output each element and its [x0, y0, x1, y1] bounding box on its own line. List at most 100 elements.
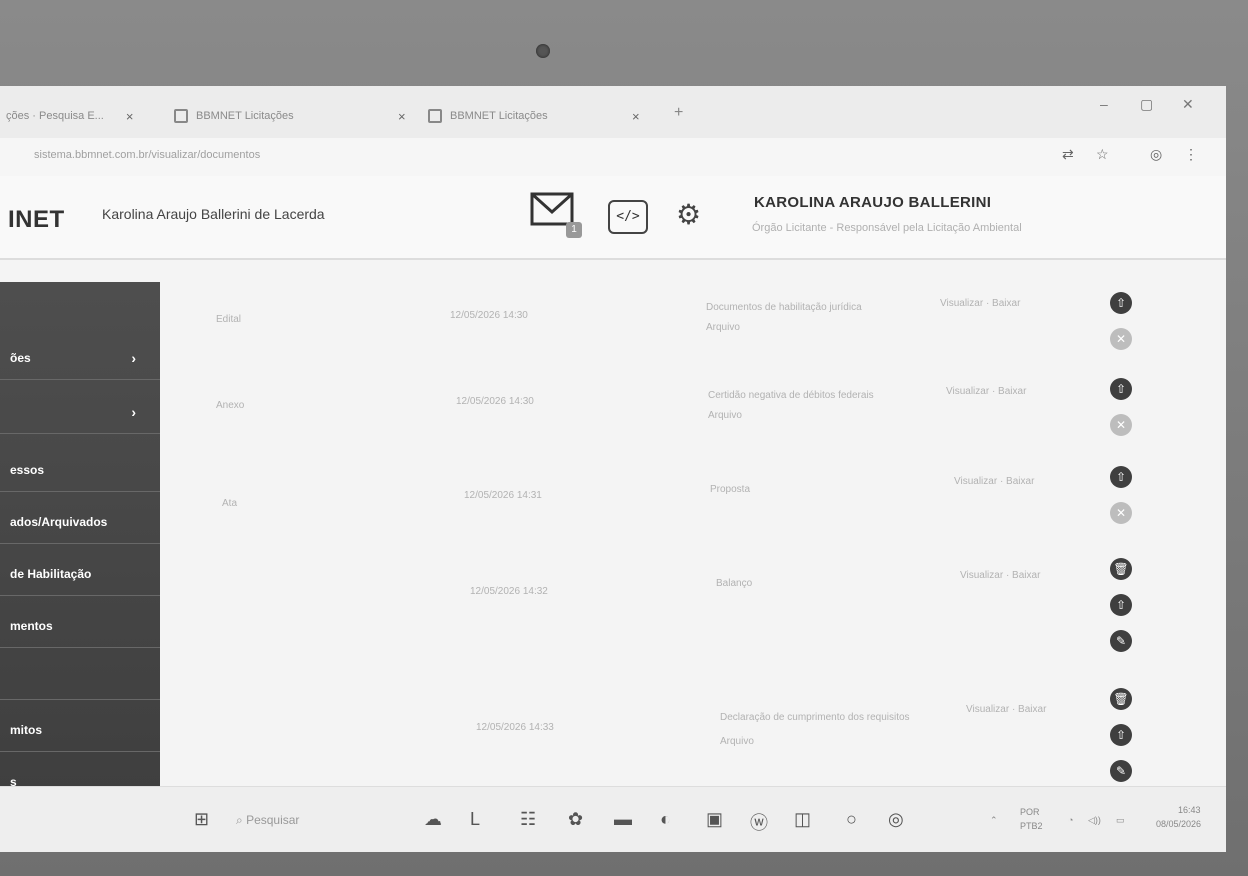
mail-count-badge: 1 [566, 222, 582, 238]
clock-time[interactable]: 16:43 [1178, 805, 1201, 815]
row-actions: ⇧ ✕ [1110, 466, 1134, 538]
volume-icon[interactable]: ◁)) [1088, 815, 1101, 826]
chevron-right-icon: › [131, 349, 136, 366]
tab-label: BBMNET Licitações [450, 110, 548, 122]
gear-icon[interactable]: ⚙ [676, 198, 701, 231]
teams-icon[interactable]: ☷ [520, 809, 536, 830]
app-l-icon[interactable]: L [470, 809, 480, 830]
settings-app-icon[interactable]: ✿ [568, 809, 583, 830]
browser-tabstrip: ções · Pesquisa E... × BBMNET Licitações… [0, 86, 1226, 138]
taskbar-search[interactable]: ⌕ Pesquisar [236, 813, 299, 828]
edge-icon[interactable]: ◐ [660, 809, 671, 830]
sidebar-item-2[interactable]: › [0, 390, 160, 434]
clock-date[interactable]: 08/05/2026 [1156, 819, 1201, 829]
close-tab-icon[interactable]: × [398, 109, 406, 124]
upload-button[interactable]: ⇧ [1110, 724, 1132, 746]
sidebar-item-label: ões [10, 350, 31, 365]
doc-description: Proposta [710, 484, 751, 495]
sidebar-item-arquivados[interactable]: ados/Arquivados [0, 500, 160, 544]
doc-description: Certidão negativa de débitos federais [708, 390, 874, 401]
doc-links[interactable]: Visualizar · Baixar [954, 476, 1034, 487]
sidebar-item-label: mentos [10, 618, 53, 633]
file-explorer-icon[interactable]: ▬ [614, 809, 632, 830]
minimize-icon[interactable]: – [1100, 96, 1108, 112]
upload-button[interactable]: ⇧ [1110, 594, 1132, 616]
maximize-icon[interactable]: ▢ [1140, 96, 1153, 113]
row-actions: ⇧ ✕ [1110, 378, 1134, 450]
table-row: Anexo 12/05/2026 14:30 Certidão negativa… [160, 366, 1220, 456]
browser-tab-2[interactable]: BBMNET Licitações × [174, 102, 406, 130]
sidebar-item-label: mitos [10, 722, 43, 737]
doc-file: Arquivo [706, 322, 740, 333]
chrome-icon[interactable]: ◎ [888, 809, 904, 830]
table-row: Edital 12/05/2026 14:30 Documentos de ha… [160, 280, 1220, 370]
windows-start-icon[interactable]: ⊞ [194, 809, 209, 830]
search-placeholder: Pesquisar [246, 813, 300, 827]
taskbar: ⊞ ⌕ Pesquisar ☁ L ☷ ✿ ▬ ◐ ▣ ⓦ ◫ ○ ◎ ⌃ PO… [0, 786, 1226, 852]
remove-button[interactable]: ✕ [1110, 414, 1132, 436]
doc-type: Edital [216, 314, 242, 325]
sidebar-item-1[interactable]: ões › [0, 336, 160, 380]
edit-button[interactable]: ✎ [1110, 760, 1132, 782]
language-indicator[interactable]: POR [1020, 807, 1040, 817]
table-row: 12/05/2026 14:33 Declaração de cumprimen… [160, 682, 1220, 782]
doc-links[interactable]: Visualizar · Baixar [940, 298, 1020, 309]
screen: ções · Pesquisa E... × BBMNET Licitações… [0, 86, 1226, 852]
doc-description: Documentos de habilitação jurídica [706, 302, 862, 313]
menu-icon[interactable]: ⋮ [1184, 146, 1198, 163]
new-tab-button[interactable]: + [674, 104, 683, 122]
app-logo[interactable]: INET [8, 206, 65, 234]
circle-app-icon[interactable]: ○ [846, 809, 857, 830]
word-icon[interactable]: ⓦ [750, 809, 768, 835]
sidebar-item-documentos[interactable]: mentos [0, 604, 160, 648]
network-icon[interactable]: ◔ [1068, 815, 1073, 825]
remove-button[interactable]: ✕ [1110, 502, 1132, 524]
tab-label: BBMNET Licitações [196, 110, 294, 122]
remove-button[interactable]: ✕ [1110, 328, 1132, 350]
sidebar-item-label: ados/Arquivados [10, 514, 108, 529]
doc-links[interactable]: Visualizar · Baixar [946, 386, 1026, 397]
doc-date: 12/05/2026 14:30 [450, 310, 528, 321]
translate-icon[interactable]: ⇄ [1062, 146, 1074, 163]
close-tab-icon[interactable]: × [632, 109, 640, 124]
doc-date: 12/05/2026 14:33 [476, 722, 554, 733]
battery-icon[interactable]: ▭ [1116, 815, 1125, 826]
upload-button[interactable]: ⇧ [1110, 292, 1132, 314]
outlook-icon[interactable]: ◫ [794, 809, 811, 830]
upload-button[interactable]: ⇧ [1110, 378, 1132, 400]
sidebar-item-processos[interactable]: essos [0, 448, 160, 492]
delete-button[interactable]: 🗑 [1110, 688, 1132, 710]
favicon-icon [174, 109, 188, 123]
delete-button[interactable]: 🗑 [1110, 558, 1132, 580]
window-close-icon[interactable]: ✕ [1182, 96, 1194, 113]
doc-links[interactable]: Visualizar · Baixar [960, 570, 1040, 581]
doc-description: Balanço [716, 578, 753, 589]
doc-links[interactable]: Visualizar · Baixar [966, 704, 1046, 715]
sidebar-item-7[interactable] [0, 656, 160, 700]
close-tab-icon[interactable]: × [126, 109, 134, 124]
sidebar-item-label: essos [10, 462, 45, 477]
profile-icon[interactable]: ◎ [1150, 146, 1162, 163]
url-field[interactable]: sistema.bbmnet.com.br/visualizar/documen… [34, 149, 260, 161]
bookmark-star-icon[interactable]: ☆ [1096, 146, 1109, 163]
tab-label: ções · Pesquisa E... [6, 110, 104, 122]
doc-file: Arquivo [720, 736, 754, 747]
profile-name: KAROLINA ARAUJO BALLERINI [754, 194, 992, 211]
sidebar-item-habilitacao[interactable]: de Habilitação [0, 552, 160, 596]
sidebar-item-eventos[interactable]: mitos [0, 708, 160, 752]
doc-file: Arquivo [708, 410, 742, 421]
upload-button[interactable]: ⇧ [1110, 466, 1132, 488]
tray-chevron-icon[interactable]: ⌃ [990, 815, 998, 826]
chevron-right-icon: › [131, 403, 136, 420]
edit-button[interactable]: ✎ [1110, 630, 1132, 652]
code-icon[interactable]: </> [608, 200, 648, 234]
store-icon[interactable]: ▣ [706, 809, 723, 830]
app-header: INET Karolina Araujo Ballerini de Lacerd… [0, 176, 1226, 260]
sidebar-item-label: de Habilitação [10, 566, 92, 581]
doc-date: 12/05/2026 14:32 [470, 586, 548, 597]
address-bar: sistema.bbmnet.com.br/visualizar/documen… [0, 138, 1226, 177]
doc-type: Ata [222, 498, 238, 509]
weather-icon[interactable]: ☁ [424, 809, 442, 830]
browser-tab-1[interactable]: ções · Pesquisa E... × [6, 102, 133, 130]
browser-tab-3[interactable]: BBMNET Licitações × [428, 102, 640, 130]
